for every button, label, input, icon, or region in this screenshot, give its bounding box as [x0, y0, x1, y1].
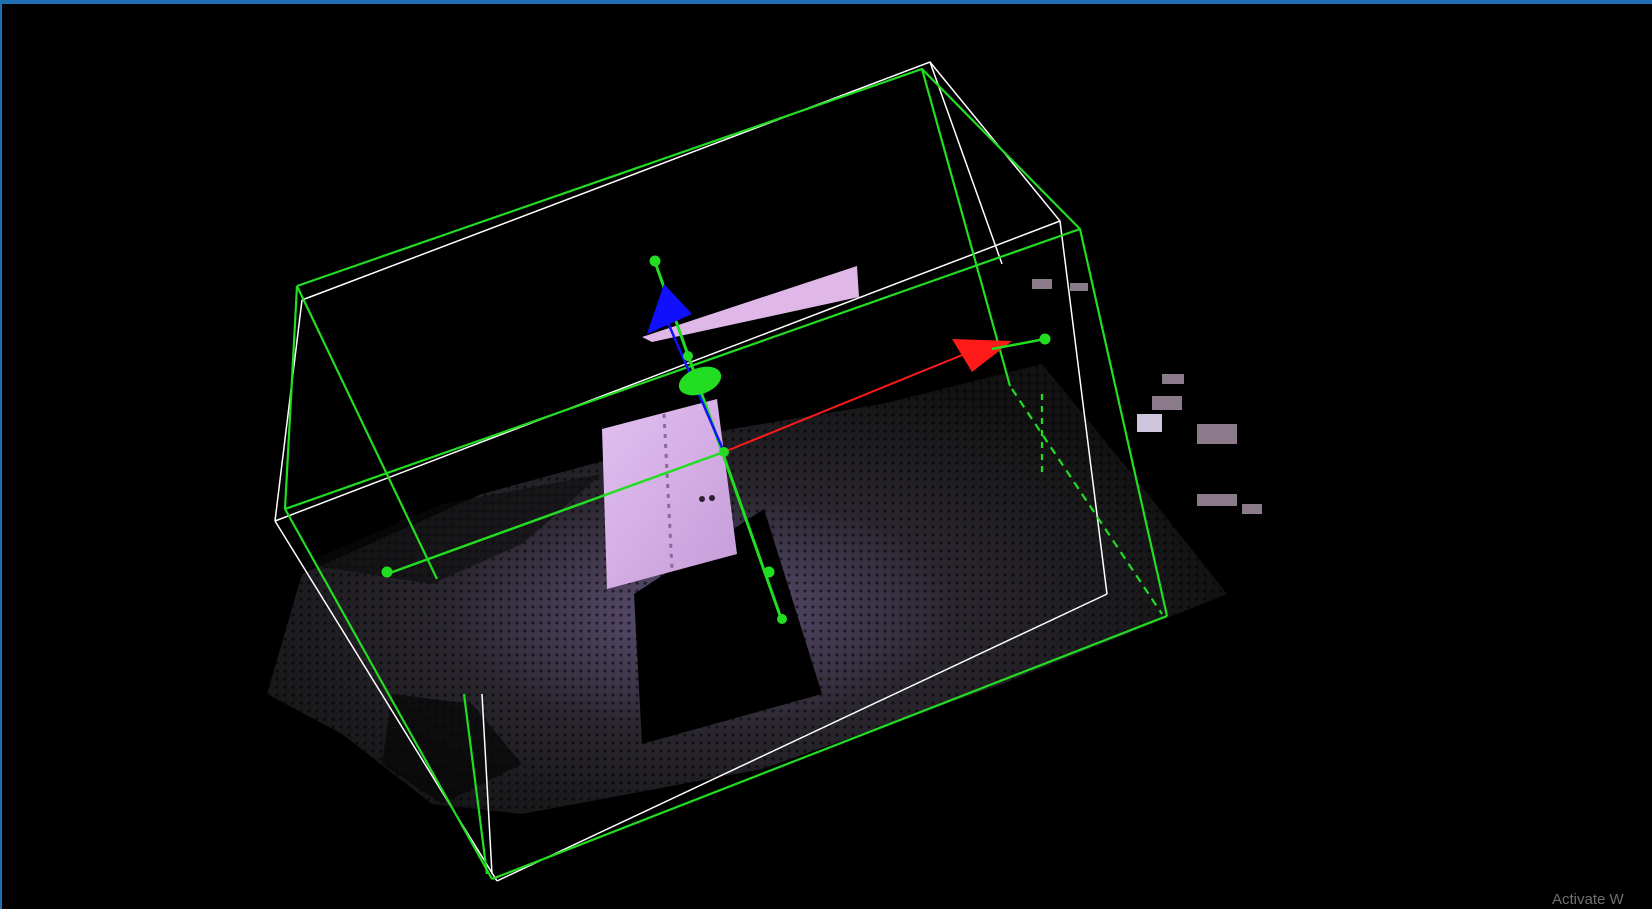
3d-viewport[interactable] [2, 4, 1652, 909]
gizmo-handle-lower[interactable] [763, 566, 775, 578]
gizmo-handle-top[interactable] [649, 255, 661, 267]
gizmo-handle-left[interactable] [381, 566, 393, 578]
gizmo-handle-bottom[interactable] [777, 614, 787, 624]
gizmo-handle-upper[interactable] [683, 351, 693, 361]
gizmo-handle-right[interactable] [1039, 333, 1051, 345]
activate-windows-watermark: Activate W [1552, 891, 1624, 908]
viewer-window-frame: Activate W [0, 0, 1652, 909]
gizmo-handle-center[interactable] [719, 447, 729, 457]
